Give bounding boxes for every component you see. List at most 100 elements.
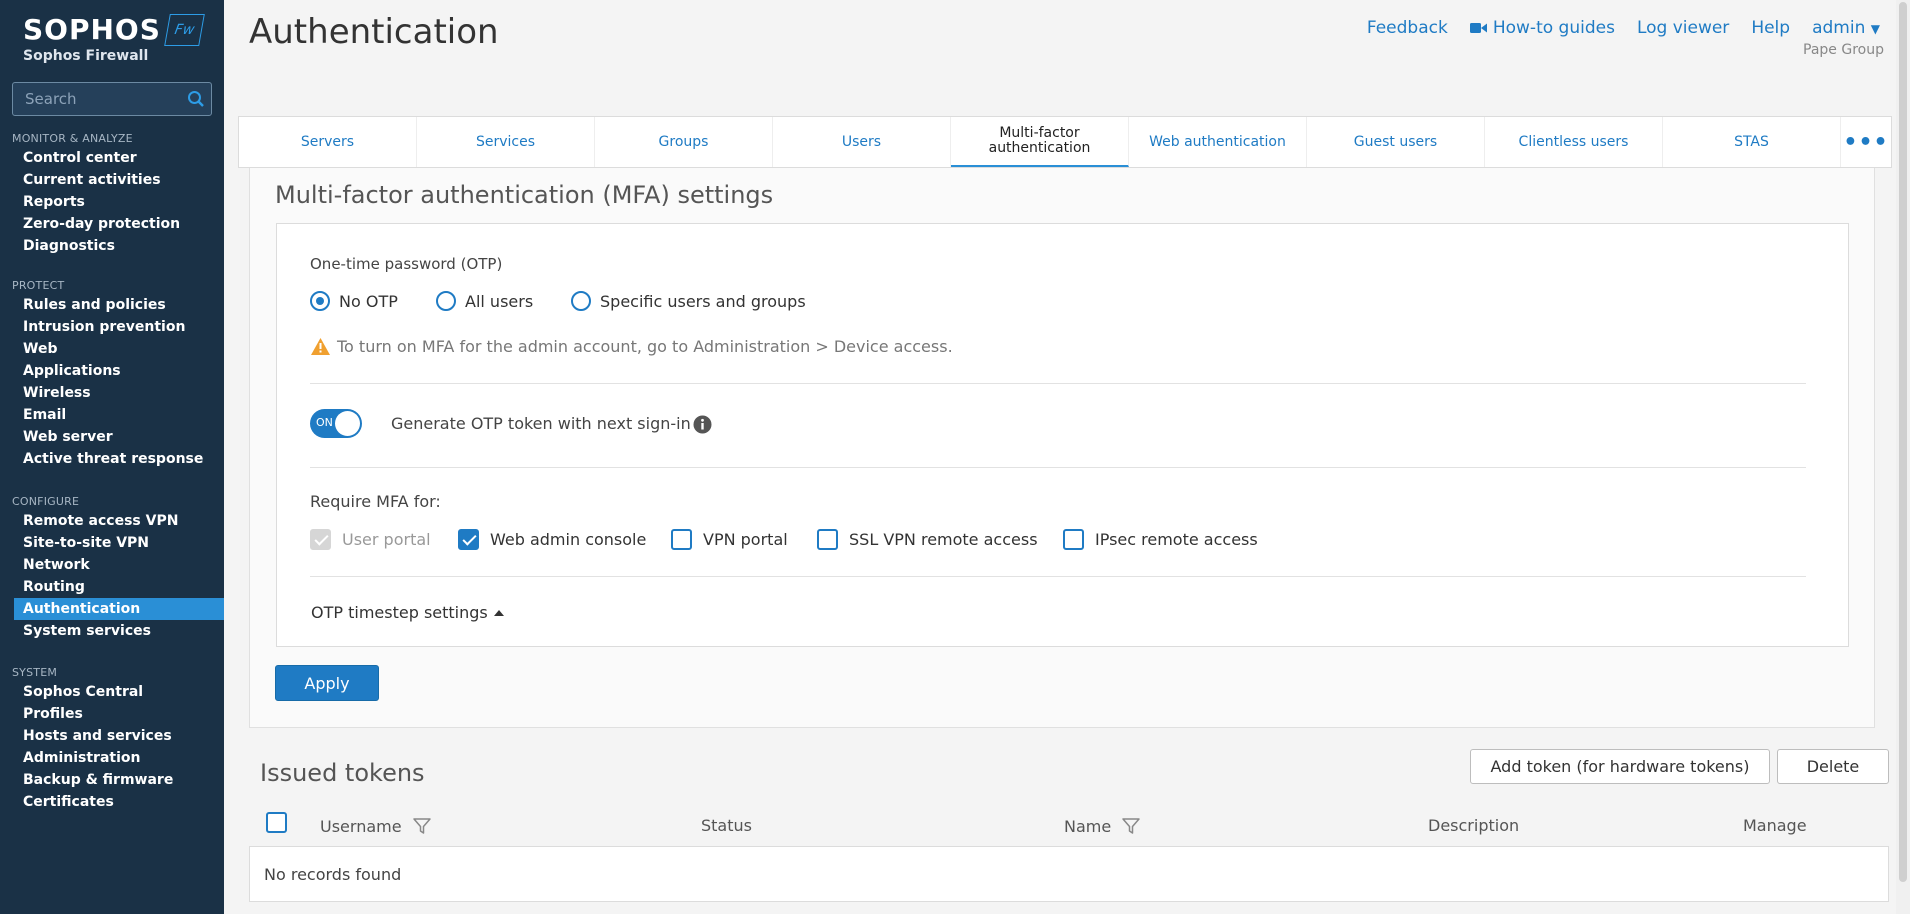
apply-button[interactable]: Apply — [275, 665, 379, 701]
add-token-button[interactable]: Add token (for hardware tokens) — [1470, 749, 1770, 784]
organization-name: Pape Group — [1803, 42, 1884, 58]
divider — [310, 467, 1806, 468]
checkbox-web-admin-console[interactable]: Web admin console — [458, 529, 646, 550]
generate-otp-label: Generate OTP token with next sign-in — [391, 414, 691, 433]
sidebar-item-sophos-central[interactable]: Sophos Central — [0, 681, 224, 703]
tab-web-authentication[interactable]: Web authentication — [1129, 117, 1307, 167]
sidebar-item-certificates[interactable]: Certificates — [0, 791, 224, 813]
tab-bar: Servers Services Groups Users Multi-fact… — [238, 116, 1892, 168]
checkbox-vpn-portal[interactable]: VPN portal — [671, 529, 788, 550]
sidebar-item-control-center[interactable]: Control center — [0, 147, 224, 169]
search-input[interactable] — [13, 83, 173, 115]
otp-timestep-label: OTP timestep settings — [311, 603, 488, 622]
sidebar-item-diagnostics[interactable]: Diagnostics — [0, 235, 224, 257]
checkbox-label: User portal — [342, 530, 431, 549]
sidebar-item-backup-firmware[interactable]: Backup & firmware — [0, 769, 224, 791]
howto-guides-link[interactable]: How-to guides — [1469, 18, 1615, 38]
more-tabs-icon[interactable]: ••• — [1841, 117, 1891, 167]
checkbox-checked — [458, 529, 479, 550]
sophos-logo[interactable]: SOPHOS Sophos Firewall — [23, 14, 161, 65]
sidebar-item-routing[interactable]: Routing — [0, 576, 224, 598]
checkbox-label: SSL VPN remote access — [849, 530, 1038, 549]
radio-button-checked — [310, 291, 330, 311]
sidebar-item-intrusion-prevention[interactable]: Intrusion prevention — [0, 316, 224, 338]
column-label: Status — [701, 816, 752, 835]
checkbox-ipsec-remote-access[interactable]: IPsec remote access — [1063, 529, 1258, 550]
page-scrollbar[interactable] — [1896, 0, 1910, 914]
select-all-checkbox[interactable] — [266, 812, 287, 833]
checkbox-label: Web admin console — [490, 530, 647, 549]
tab-stas[interactable]: STAS — [1663, 117, 1841, 167]
tab-services[interactable]: Services — [417, 117, 595, 167]
user-name: admin — [1812, 18, 1866, 38]
filter-icon[interactable] — [1121, 816, 1141, 836]
sidebar-item-rules-and-policies[interactable]: Rules and policies — [0, 294, 224, 316]
require-mfa-label: Require MFA for: — [310, 492, 441, 511]
sidebar-item-email[interactable]: Email — [0, 404, 224, 426]
radio-all-users[interactable]: All users — [436, 291, 533, 311]
radio-specific-users-groups[interactable]: Specific users and groups — [571, 291, 806, 311]
nav-section-configure: CONFIGURE Remote access VPN Site-to-site… — [0, 494, 224, 642]
radio-button — [571, 291, 591, 311]
column-label: Name — [1064, 816, 1112, 836]
caret-up-icon — [493, 609, 504, 616]
column-description: Description — [1428, 816, 1519, 835]
checkbox-unchecked — [671, 529, 692, 550]
radio-no-otp[interactable]: No OTP — [310, 291, 398, 311]
otp-label: One-time password (OTP) — [310, 255, 503, 273]
user-menu[interactable]: admin ▼ — [1812, 18, 1880, 38]
search-icon[interactable] — [187, 90, 205, 108]
sidebar-item-wireless[interactable]: Wireless — [0, 382, 224, 404]
tab-servers[interactable]: Servers — [239, 117, 417, 167]
nav-section-monitor: MONITOR & ANALYZE Control center Current… — [0, 131, 224, 257]
sidebar-item-hosts-and-services[interactable]: Hosts and services — [0, 725, 224, 747]
checkbox-ssl-vpn-remote-access[interactable]: SSL VPN remote access — [817, 529, 1038, 550]
radio-button — [436, 291, 456, 311]
warning-text: To turn on MFA for the admin account, go… — [337, 337, 953, 356]
sidebar-item-web-server[interactable]: Web server — [0, 426, 224, 448]
column-status: Status — [701, 816, 752, 835]
tokens-table-body: No records found — [249, 846, 1889, 902]
sidebar-item-authentication[interactable]: Authentication — [14, 598, 224, 620]
sidebar-item-active-threat-response[interactable]: Active threat response — [0, 448, 224, 470]
sidebar-item-administration[interactable]: Administration — [0, 747, 224, 769]
issued-tokens-title: Issued tokens — [260, 759, 425, 787]
tab-groups[interactable]: Groups — [595, 117, 773, 167]
sidebar-item-zero-day-protection[interactable]: Zero-day protection — [0, 213, 224, 235]
scrollbar-thumb[interactable] — [1899, 2, 1907, 882]
top-links: Feedback How-to guides Log viewer Help a… — [1367, 18, 1880, 38]
checkbox-unchecked — [817, 529, 838, 550]
generate-otp-toggle[interactable]: ON — [310, 409, 362, 438]
sidebar-item-remote-access-vpn[interactable]: Remote access VPN — [0, 510, 224, 532]
delete-button[interactable]: Delete — [1777, 749, 1889, 784]
checkbox-label: VPN portal — [703, 530, 788, 549]
nav-section-system: SYSTEM Sophos Central Profiles Hosts and… — [0, 665, 224, 813]
column-manage: Manage — [1743, 816, 1807, 835]
filter-icon[interactable] — [412, 816, 432, 836]
sidebar-item-site-to-site-vpn[interactable]: Site-to-site VPN — [0, 532, 224, 554]
sidebar-item-system-services[interactable]: System services — [0, 620, 224, 642]
log-viewer-link[interactable]: Log viewer — [1637, 18, 1729, 38]
column-name: Name — [1064, 816, 1141, 836]
sidebar-item-current-activities[interactable]: Current activities — [0, 169, 224, 191]
sidebar-item-reports[interactable]: Reports — [0, 191, 224, 213]
tab-users[interactable]: Users — [773, 117, 951, 167]
help-link[interactable]: Help — [1751, 18, 1790, 38]
sidebar-item-profiles[interactable]: Profiles — [0, 703, 224, 725]
radio-label: Specific users and groups — [600, 291, 806, 311]
tab-clientless-users[interactable]: Clientless users — [1485, 117, 1663, 167]
column-label: Description — [1428, 816, 1520, 835]
toggle-state: ON — [316, 416, 333, 429]
tab-guest-users[interactable]: Guest users — [1307, 117, 1485, 167]
info-icon[interactable] — [693, 415, 712, 434]
sidebar-item-network[interactable]: Network — [0, 554, 224, 576]
radio-label: All users — [465, 291, 534, 311]
sidebar-item-web[interactable]: Web — [0, 338, 224, 360]
otp-timestep-toggle[interactable]: OTP timestep settings — [311, 603, 504, 622]
tab-multi-factor-authentication[interactable]: Multi-factor authentication — [951, 117, 1129, 167]
tokens-table-header: Username Status Name Description Manage — [249, 806, 1889, 846]
sidebar-item-applications[interactable]: Applications — [0, 360, 224, 382]
feedback-link[interactable]: Feedback — [1367, 18, 1448, 38]
page-title: Authentication — [249, 12, 499, 52]
chevron-down-icon: ▼ — [1870, 22, 1880, 36]
